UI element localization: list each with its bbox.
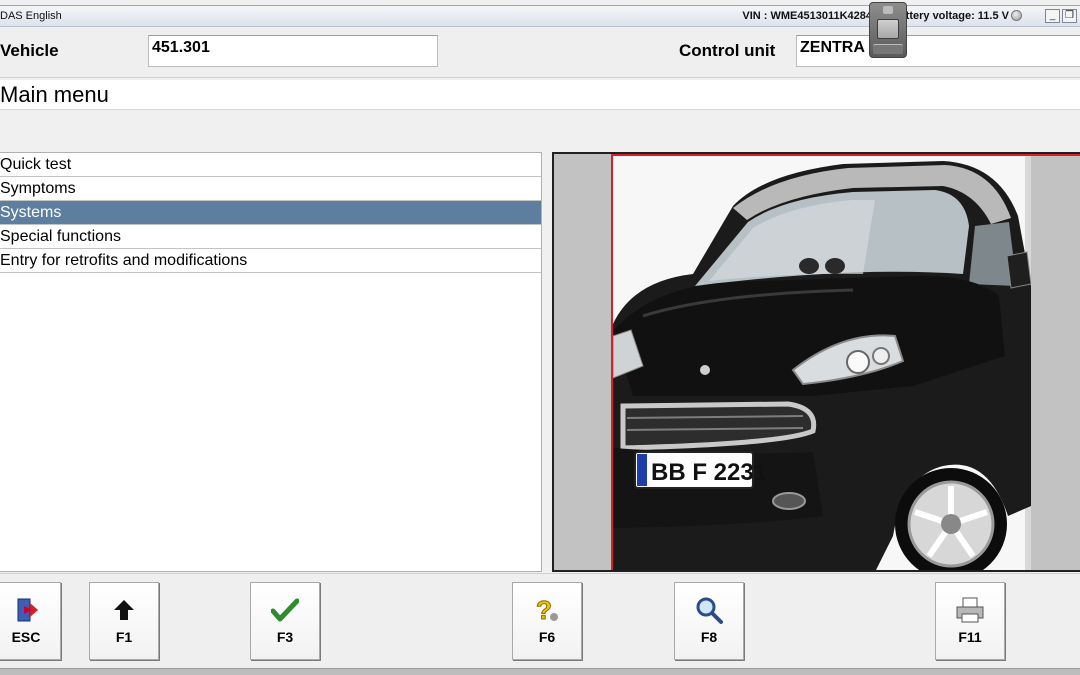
f3-button[interactable]: F3 bbox=[250, 582, 320, 660]
minimize-button[interactable]: _ bbox=[1045, 9, 1060, 23]
vin-text: VIN : WME4513011K42849 bbox=[742, 10, 879, 22]
menu-item-special-functions[interactable]: Special functions bbox=[0, 225, 541, 249]
f8-button[interactable]: F8 bbox=[674, 582, 744, 660]
checkmark-icon bbox=[251, 595, 319, 625]
esc-button[interactable]: ESC bbox=[0, 582, 61, 660]
f11-label: F11 bbox=[958, 629, 982, 645]
title-bar: DAS English VIN : WME4513011K42849 atter… bbox=[0, 5, 1080, 27]
battery-voltage-text: attery voltage: 11.5 V bbox=[899, 10, 1009, 22]
svg-text:?: ? bbox=[536, 595, 552, 625]
app-title: DAS English bbox=[0, 10, 62, 22]
diagnostic-device-icon bbox=[869, 2, 907, 58]
help-question-icon: ? bbox=[513, 595, 581, 625]
menu-item-quick-test[interactable]: Quick test bbox=[0, 153, 541, 177]
f1-label: F1 bbox=[115, 629, 133, 645]
vehicle-label: Vehicle bbox=[0, 41, 59, 60]
vehicle-info-row: Vehicle 451.301 Control unit ZENTRA bbox=[0, 28, 1080, 78]
magnifier-icon bbox=[675, 595, 743, 625]
battery-status-icon bbox=[1011, 10, 1022, 21]
f6-button[interactable]: ? F6 bbox=[512, 582, 582, 660]
f11-button[interactable]: F11 bbox=[935, 582, 1005, 660]
esc-label: ESC bbox=[11, 629, 41, 645]
main-menu-list: Quick test Symptoms Systems Special func… bbox=[0, 152, 542, 572]
vehicle-field: 451.301 bbox=[148, 35, 438, 67]
license-plate-text: BB F 2231 bbox=[651, 459, 767, 486]
control-unit-label: Control unit bbox=[679, 41, 776, 60]
f6-label: F6 bbox=[538, 629, 556, 645]
f3-label: F3 bbox=[276, 629, 294, 645]
control-unit-field: ZENTRA bbox=[796, 35, 1080, 67]
f8-label: F8 bbox=[700, 629, 718, 645]
smart-car-illustration: BB F 2231 bbox=[613, 156, 1031, 570]
function-key-toolbar: ESC F1 F3 ? F6 F8 F11 bbox=[0, 573, 1080, 668]
restore-button[interactable]: ❐ bbox=[1062, 9, 1077, 23]
page-title: Main menu bbox=[0, 80, 1080, 110]
vehicle-image-panel: BB F 2231 bbox=[552, 152, 1080, 572]
menu-item-retrofits[interactable]: Entry for retrofits and modifications bbox=[0, 249, 541, 273]
arrow-up-icon bbox=[90, 595, 158, 625]
f1-button[interactable]: F1 bbox=[89, 582, 159, 660]
printer-icon bbox=[936, 595, 1004, 625]
exit-door-icon bbox=[0, 595, 60, 625]
vehicle-photo: BB F 2231 bbox=[611, 154, 1031, 570]
menu-item-systems[interactable]: Systems bbox=[0, 201, 541, 225]
menu-item-symptoms[interactable]: Symptoms bbox=[0, 177, 541, 201]
status-strip bbox=[0, 668, 1080, 675]
